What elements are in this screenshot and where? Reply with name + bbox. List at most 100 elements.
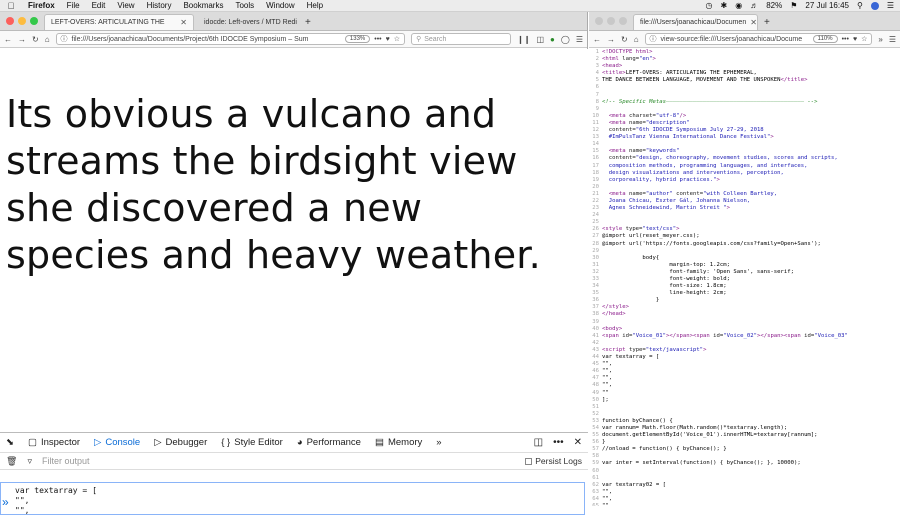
source-line: 48 "", — [589, 382, 900, 389]
minimize-window-icon[interactable] — [18, 16, 26, 25]
maximize-window-icon[interactable] — [619, 16, 627, 25]
close-window-icon[interactable] — [595, 16, 603, 25]
forward-icon[interactable]: → — [607, 35, 615, 44]
pocket-icon[interactable]: ♥ — [386, 36, 390, 43]
new-tab-button[interactable]: + — [299, 14, 317, 30]
search-input[interactable]: ⚲ Search — [411, 33, 512, 45]
close-tab-icon[interactable]: ✕ — [750, 18, 757, 27]
source-token: "en" — [639, 56, 653, 63]
home-icon[interactable]: ⌂ — [45, 35, 50, 44]
sidebar-icon[interactable]: ◫ — [536, 35, 544, 44]
more-tools-icon[interactable]: » — [436, 437, 441, 448]
bookmark-star-icon[interactable]: ☆ — [394, 35, 400, 43]
menu-icon[interactable]: ☰ — [576, 35, 583, 44]
close-window-icon[interactable] — [6, 16, 14, 25]
source-line: 42 — [589, 340, 900, 347]
source-token: font-size: 1.8cm; — [602, 283, 727, 290]
persist-logs-checkbox[interactable]: Persist Logs — [525, 456, 582, 466]
filter-input[interactable]: Filter output — [42, 456, 90, 466]
pocket-icon[interactable]: ♥ — [853, 36, 857, 43]
filter-icon[interactable]: ▿ — [27, 456, 32, 467]
reload-icon[interactable]: ↻ — [621, 35, 628, 44]
clock[interactable]: 27 Jul 16:45 — [805, 1, 849, 10]
console-input[interactable]: var textarray = [ "", "", — [0, 482, 585, 515]
apple-icon[interactable]:  — [0, 1, 22, 11]
url-bar[interactable]: ⓘ file:///Users/joanachicau/Documents/Pr… — [55, 33, 406, 45]
battery-percent[interactable]: 82% — [766, 1, 782, 10]
flag-icon[interactable]: ⚑ — [790, 1, 797, 10]
menu-icon[interactable]: ☰ — [889, 35, 896, 44]
addon-icon[interactable]: ● — [550, 35, 555, 44]
tab-inspector[interactable]: ▢ Inspector — [28, 437, 80, 448]
trash-icon[interactable]: 🗑 — [6, 456, 17, 467]
line-number: 21 — [592, 190, 599, 197]
tab-console[interactable]: ▷ Console — [94, 437, 140, 448]
source-token: Agnes Schneidewind, Martin Streit " — [602, 205, 727, 212]
notifications-icon[interactable]: ☰ — [887, 1, 894, 10]
time-machine-icon[interactable]: ◷ — [706, 1, 713, 10]
forward-icon[interactable]: → — [18, 35, 26, 44]
zoom-level[interactable]: 133% — [344, 35, 371, 43]
home-icon[interactable]: ⌂ — [634, 35, 639, 44]
tab-memory[interactable]: ▤ Memory — [375, 437, 422, 448]
source-token: <meta — [608, 119, 629, 126]
reload-icon[interactable]: ↻ — [32, 35, 39, 44]
page-text: Its obvious a vulcano and streams the bi… — [6, 91, 541, 279]
line-number: 29 — [592, 247, 599, 254]
dock-icon[interactable]: ◫ — [534, 437, 543, 448]
menu-view[interactable]: View — [111, 1, 140, 10]
line-number: 53 — [592, 417, 599, 424]
menu-tools[interactable]: Tools — [229, 1, 260, 10]
menu-file[interactable]: File — [61, 1, 86, 10]
menu-edit[interactable]: Edit — [86, 1, 112, 10]
account-icon[interactable]: ◯ — [561, 35, 570, 44]
menu-app-name[interactable]: Firefox — [22, 1, 61, 10]
info-icon[interactable]: ⓘ — [650, 34, 657, 44]
minimize-window-icon[interactable] — [607, 16, 615, 25]
source-line: 46 "", — [589, 368, 900, 375]
user-icon[interactable] — [870, 1, 879, 10]
bluetooth-icon[interactable]: ✱ — [721, 1, 728, 10]
overflow-icon[interactable]: » — [878, 35, 882, 44]
source-line: 18 design visualizations and interventio… — [589, 170, 900, 177]
tab-style-editor[interactable]: { } Style Editor — [221, 437, 283, 448]
tab-debugger[interactable]: ▷ Debugger — [154, 437, 207, 448]
tab-leftovers[interactable]: LEFT-OVERS: ARTICULATING THE ✕ — [44, 14, 194, 30]
source-line: 22 Joana Chicau, Eszter Gál, Johanna Nie… — [589, 198, 900, 205]
source-token: composition methods, programming languag… — [602, 162, 808, 169]
wifi-icon[interactable]: ◉ — [735, 1, 742, 10]
tab-view-source[interactable]: file:///Users/joanachicau/Documen ✕ — [633, 14, 758, 30]
close-devtools-icon[interactable]: ✕ — [574, 437, 582, 448]
new-tab-button[interactable]: + — [758, 14, 776, 30]
tab-bar: LEFT-OVERS: ARTICULATING THE ✕ idocde: L… — [0, 12, 587, 31]
volume-icon[interactable]: ♬ — [750, 1, 758, 10]
menu-bookmarks[interactable]: Bookmarks — [177, 1, 229, 10]
line-number: 57 — [592, 446, 599, 453]
back-icon[interactable]: ← — [4, 35, 12, 44]
zoom-level[interactable]: 110% — [812, 35, 838, 43]
devtools-actions: ◫ ••• ✕ — [534, 437, 582, 448]
url-bar[interactable]: ⓘ view-source:file:///Users/joanachicau/… — [644, 33, 873, 45]
back-icon[interactable]: ← — [593, 35, 601, 44]
page-actions-icon[interactable]: ••• — [842, 36, 849, 43]
source-line: 3 <head> — [589, 63, 900, 70]
source-token: font-weight: bold; — [602, 276, 730, 282]
menu-history[interactable]: History — [141, 1, 178, 10]
source-token: <meta — [608, 112, 629, 119]
search-icon[interactable]: ⚲ — [857, 1, 863, 10]
line-number: 34 — [592, 283, 599, 290]
tab-performance[interactable]: ◕ Performance — [297, 437, 361, 448]
info-icon[interactable]: ⓘ — [61, 34, 68, 44]
tab-label: Performance — [306, 437, 361, 448]
maximize-window-icon[interactable] — [30, 16, 38, 25]
overflow-menu-icon[interactable]: ••• — [553, 437, 564, 448]
menu-help[interactable]: Help — [301, 1, 329, 10]
window-controls — [593, 11, 633, 30]
tab-idocde[interactable]: idocde: Left-overs / MTD Redi ✕ — [194, 14, 299, 30]
library-icon[interactable]: ❙❙ — [517, 35, 530, 44]
close-tab-icon[interactable]: ✕ — [180, 18, 187, 27]
bookmark-star-icon[interactable]: ☆ — [861, 35, 867, 43]
menu-window[interactable]: Window — [260, 1, 300, 10]
page-actions-icon[interactable]: ••• — [374, 36, 381, 43]
element-picker-icon[interactable]: ⬊ — [6, 437, 14, 448]
